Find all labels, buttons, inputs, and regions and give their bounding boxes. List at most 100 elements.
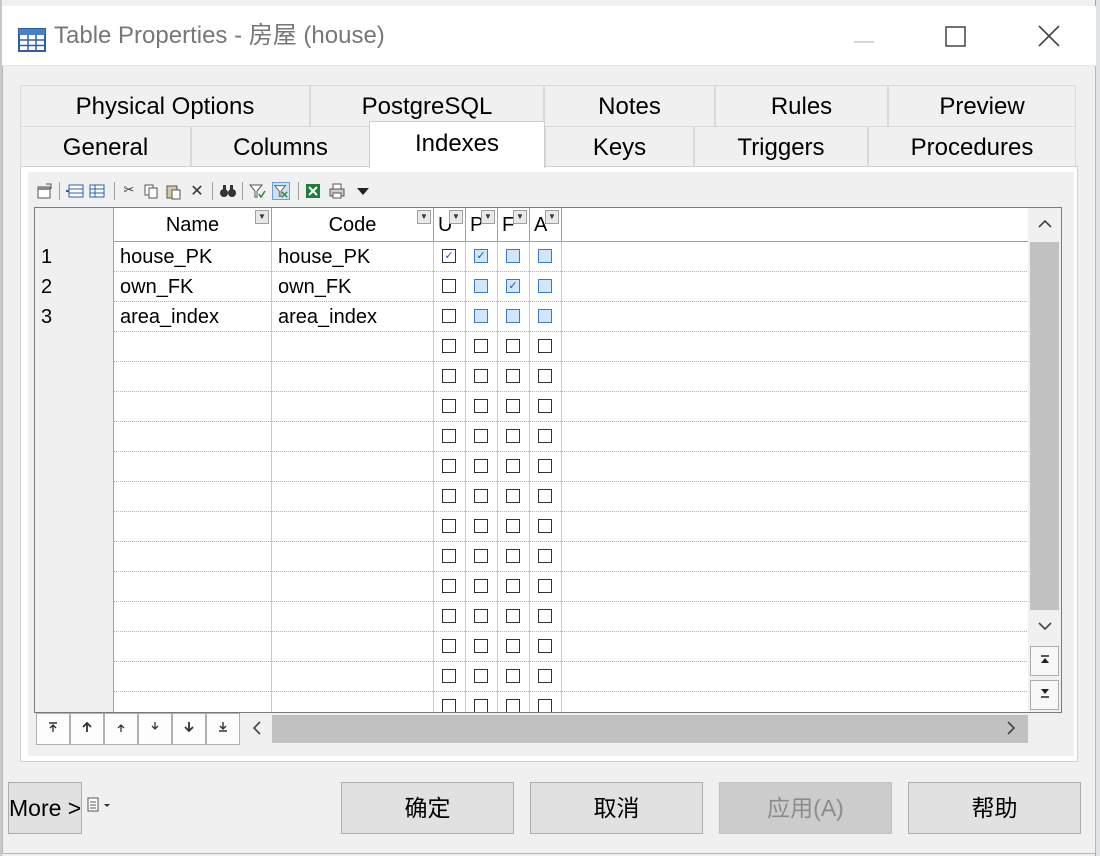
foreign-checkbox[interactable] (506, 249, 520, 263)
index-code-cell[interactable] (272, 422, 434, 452)
foreign-checkbox[interactable] (506, 339, 520, 353)
table-row[interactable] (35, 422, 1029, 452)
index-name-cell[interactable] (114, 572, 272, 602)
index-code-cell[interactable] (272, 362, 434, 392)
alternate-checkbox[interactable] (538, 429, 552, 443)
ok-button[interactable]: 确定 (341, 782, 514, 834)
table-row[interactable]: 3 area_index area_index (35, 302, 1029, 332)
unique-checkbox[interactable] (442, 369, 456, 383)
index-name-cell[interactable] (114, 692, 272, 712)
column-menu-icon[interactable]: ▼ (255, 210, 269, 224)
primary-checkbox[interactable] (474, 369, 488, 383)
foreign-checkbox[interactable] (506, 429, 520, 443)
table-row[interactable] (35, 692, 1029, 712)
column-menu-icon[interactable]: ▼ (449, 210, 463, 224)
tab-keys[interactable]: Keys (545, 126, 694, 168)
primary-checkbox[interactable]: ✓ (474, 249, 488, 263)
table-row[interactable]: 2 own_FK own_FK ✓ (35, 272, 1029, 302)
unique-checkbox[interactable] (442, 489, 456, 503)
move-up-page-button[interactable] (70, 713, 104, 745)
index-name-cell[interactable] (114, 422, 272, 452)
index-name-cell[interactable]: own_FK (114, 272, 272, 302)
cut-icon[interactable]: ✂ (120, 182, 138, 200)
primary-checkbox[interactable] (474, 519, 488, 533)
tab-triggers[interactable]: Triggers (694, 126, 868, 168)
alternate-checkbox[interactable] (538, 339, 552, 353)
unique-checkbox[interactable] (442, 279, 456, 293)
row-number-cell[interactable] (35, 692, 114, 712)
tab-general[interactable]: General (20, 126, 191, 168)
foreign-checkbox[interactable] (506, 639, 520, 653)
unique-checkbox[interactable] (442, 399, 456, 413)
row-number-cell[interactable] (35, 362, 114, 392)
unique-checkbox[interactable]: ✓ (442, 249, 456, 263)
index-code-cell[interactable] (272, 452, 434, 482)
filter-icon[interactable] (248, 182, 266, 200)
paste-icon[interactable] (164, 182, 182, 200)
unique-checkbox[interactable] (442, 639, 456, 653)
index-code-cell[interactable] (272, 632, 434, 662)
index-name-cell[interactable] (114, 632, 272, 662)
scroll-to-top-button[interactable] (1030, 646, 1059, 676)
primary-checkbox[interactable] (474, 609, 488, 623)
alternate-checkbox[interactable] (538, 249, 552, 263)
help-button[interactable]: 帮助 (908, 782, 1081, 834)
table-row[interactable] (35, 662, 1029, 692)
vertical-scroll-thumb[interactable] (1030, 242, 1059, 610)
index-name-cell[interactable]: area_index (114, 302, 272, 332)
index-code-cell[interactable] (272, 332, 434, 362)
apply-button[interactable]: 应用(A) (719, 782, 892, 834)
tab-columns[interactable]: Columns (191, 126, 370, 168)
move-up-button[interactable] (104, 713, 138, 745)
foreign-checkbox[interactable] (506, 369, 520, 383)
unique-checkbox[interactable] (442, 579, 456, 593)
index-name-cell[interactable]: house_PK (114, 242, 272, 272)
index-code-cell[interactable] (272, 512, 434, 542)
maximize-button[interactable] (926, 14, 986, 60)
table-row[interactable] (35, 512, 1029, 542)
foreign-checkbox[interactable] (506, 579, 520, 593)
primary-checkbox[interactable] (474, 489, 488, 503)
scroll-up-icon[interactable] (1028, 210, 1061, 240)
index-name-cell[interactable] (114, 362, 272, 392)
table-row[interactable] (35, 452, 1029, 482)
alternate-checkbox[interactable] (538, 519, 552, 533)
dropdown-arrow-icon[interactable] (354, 182, 372, 200)
column-menu-icon[interactable]: ▼ (417, 210, 431, 224)
row-number-cell[interactable] (35, 542, 114, 572)
index-code-cell[interactable] (272, 392, 434, 422)
column-header-primary[interactable]: P ▼ (466, 208, 498, 242)
unique-checkbox[interactable] (442, 519, 456, 533)
print-icon[interactable] (328, 182, 346, 200)
foreign-checkbox[interactable] (506, 519, 520, 533)
foreign-checkbox[interactable]: ✓ (506, 279, 520, 293)
table-row[interactable]: 1 house_PK house_PK ✓ ✓ (35, 242, 1029, 272)
tab-procedures[interactable]: Procedures (868, 126, 1076, 168)
index-code-cell[interactable] (272, 542, 434, 572)
delete-icon[interactable]: ✕ (188, 182, 206, 200)
excel-export-icon[interactable] (304, 182, 322, 200)
foreign-checkbox[interactable] (506, 549, 520, 563)
table-row[interactable] (35, 362, 1029, 392)
index-code-cell[interactable] (272, 482, 434, 512)
index-code-cell[interactable] (272, 572, 434, 602)
index-name-cell[interactable] (114, 332, 272, 362)
table-row[interactable] (35, 572, 1029, 602)
unique-checkbox[interactable] (442, 309, 456, 323)
foreign-checkbox[interactable] (506, 399, 520, 413)
minimize-button[interactable] (834, 14, 894, 60)
column-header-foreign[interactable]: F ▼ (498, 208, 530, 242)
alternate-checkbox[interactable] (538, 579, 552, 593)
table-row[interactable] (35, 332, 1029, 362)
column-header-code[interactable]: Code ▼ (272, 208, 434, 242)
alternate-checkbox[interactable] (538, 639, 552, 653)
primary-checkbox[interactable] (474, 699, 488, 712)
index-name-cell[interactable] (114, 482, 272, 512)
row-number-cell[interactable]: 2 (35, 272, 114, 302)
row-number-cell[interactable] (35, 452, 114, 482)
column-header-alternate[interactable]: A ▼ (530, 208, 562, 242)
row-number-cell[interactable]: 1 (35, 242, 114, 272)
primary-checkbox[interactable] (474, 399, 488, 413)
table-row[interactable] (35, 392, 1029, 422)
row-number-cell[interactable] (35, 632, 114, 662)
